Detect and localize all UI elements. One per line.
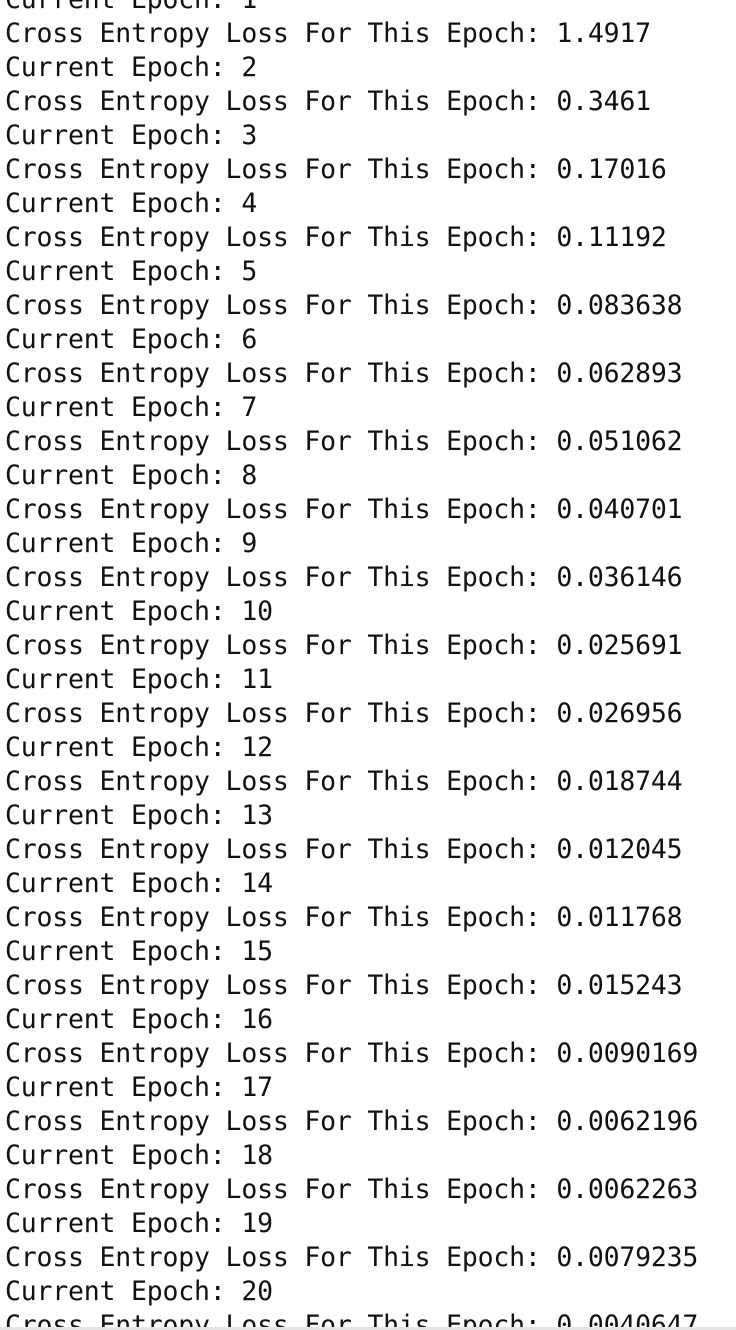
console-line: Current Epoch: 6 — [5, 324, 258, 355]
console-line: Cross Entropy Loss For This Epoch: 0.007… — [5, 1242, 699, 1273]
console-line: Cross Entropy Loss For This Epoch: 0.036… — [5, 562, 683, 593]
console-output: Current Epoch: 1 Cross Entropy Loss For … — [0, 0, 736, 1330]
console-line: Cross Entropy Loss For This Epoch: 0.111… — [5, 222, 667, 253]
console-line: Current Epoch: 12 — [5, 732, 273, 763]
console-line: Cross Entropy Loss For This Epoch: 0.018… — [5, 766, 683, 797]
console-line: Current Epoch: 19 — [5, 1208, 273, 1239]
console-line: Current Epoch: 13 — [5, 800, 273, 831]
console-line: Current Epoch: 16 — [5, 1004, 273, 1035]
console-line: Current Epoch: 11 — [5, 664, 273, 695]
console-line: Cross Entropy Loss For This Epoch: 0.025… — [5, 630, 683, 661]
console-line: Cross Entropy Loss For This Epoch: 0.006… — [5, 1106, 699, 1137]
console-line: Current Epoch: 14 — [5, 868, 273, 899]
console-line: Current Epoch: 3 — [5, 120, 258, 151]
console-line: Cross Entropy Loss For This Epoch: 0.009… — [5, 1038, 699, 1069]
console-line: Cross Entropy Loss For This Epoch: 0.170… — [5, 154, 667, 185]
console-line: Cross Entropy Loss For This Epoch: 1.491… — [5, 18, 651, 49]
console-line: Cross Entropy Loss For This Epoch: 0.062… — [5, 358, 683, 389]
console-line: Cross Entropy Loss For This Epoch: 0.012… — [5, 834, 683, 865]
console-line: Current Epoch: 10 — [5, 596, 273, 627]
console-line: Current Epoch: 9 — [5, 528, 258, 559]
console-line: Current Epoch: 5 — [5, 256, 258, 287]
console-line: Cross Entropy Loss For This Epoch: 0.011… — [5, 902, 683, 933]
console-line: Cross Entropy Loss For This Epoch: 0.051… — [5, 426, 683, 457]
console-line: Current Epoch: 15 — [5, 936, 273, 967]
console-line: Cross Entropy Loss For This Epoch: 0.040… — [5, 494, 683, 525]
console-line: Current Epoch: 20 — [5, 1276, 273, 1307]
console-line: Cross Entropy Loss For This Epoch: 0.015… — [5, 970, 683, 1001]
console-lines: Current Epoch: 1 Cross Entropy Loss For … — [5, 0, 698, 1330]
console-line: Current Epoch: 18 — [5, 1140, 273, 1171]
console-line: Current Epoch: 7 — [5, 392, 258, 423]
console-line: Current Epoch: 4 — [5, 188, 258, 219]
console-line: Cross Entropy Loss For This Epoch: 0.006… — [5, 1174, 699, 1205]
console-line: Cross Entropy Loss For This Epoch: 0.026… — [5, 698, 683, 729]
console-line: Current Epoch: 17 — [5, 1072, 273, 1103]
console-line: Current Epoch: 2 — [5, 52, 258, 83]
console-line: Cross Entropy Loss For This Epoch: 0.346… — [5, 86, 651, 117]
console-line: Current Epoch: 8 — [5, 460, 258, 491]
console-line: Current Epoch: 1 — [5, 0, 698, 17]
console-line: Cross Entropy Loss For This Epoch: 0.083… — [5, 290, 683, 321]
